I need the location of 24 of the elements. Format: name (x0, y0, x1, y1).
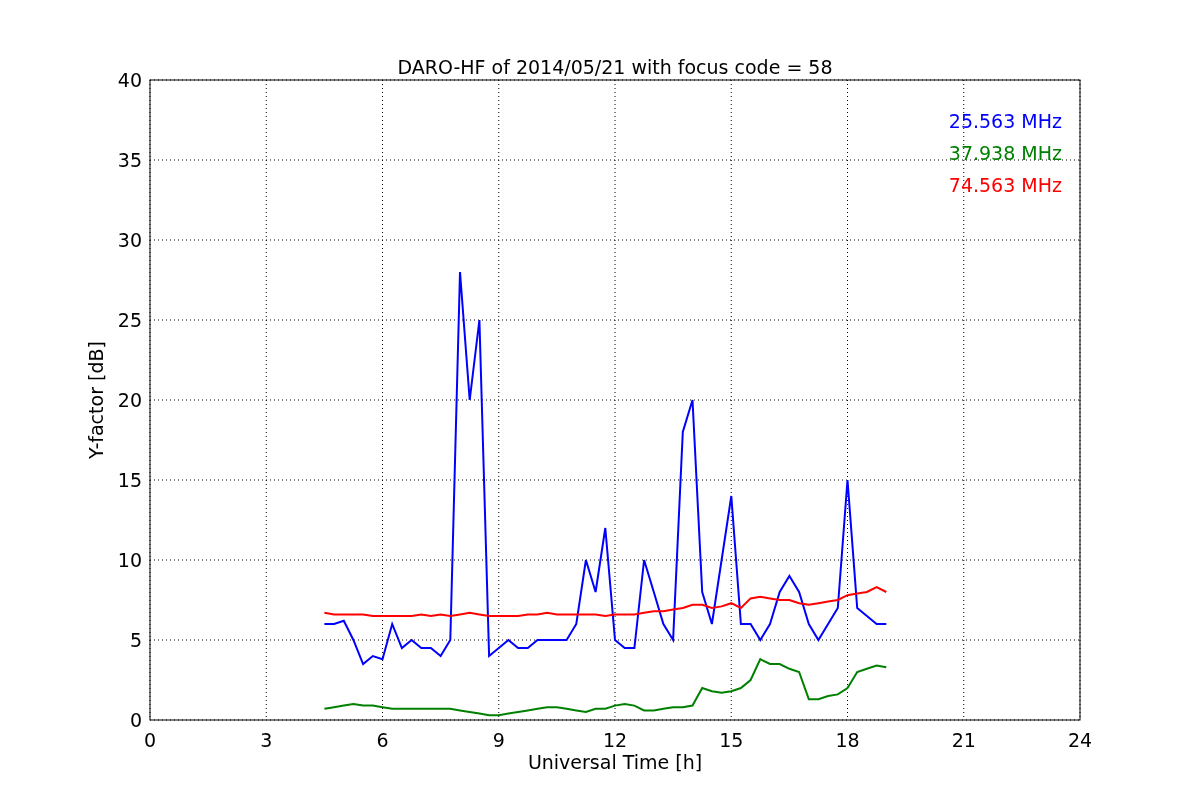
tick-label: 0 (143, 729, 157, 751)
tick-label: 15 (719, 729, 744, 751)
tick-label: 0 (129, 709, 142, 731)
tick-label: 5 (129, 629, 142, 651)
tick-label: 10 (117, 549, 142, 571)
tick-label: 6 (376, 729, 389, 751)
tick-label: 9 (492, 729, 505, 751)
tick-label: 20 (117, 389, 142, 411)
legend-label: 25.563 MHz (948, 110, 1062, 132)
tick-label: 21 (951, 729, 976, 751)
tick-label: 15 (117, 469, 142, 491)
chart-title: DARO-HF of 2014/05/21 with focus code = 58 (397, 56, 833, 78)
x-axis-label: Universal Time [h] (527, 751, 703, 773)
tick-label: 25 (117, 309, 142, 331)
tick-label: 3 (260, 729, 273, 751)
tick-label: 12 (602, 729, 628, 751)
tick-label: 40 (117, 69, 142, 91)
tick-label: 18 (835, 729, 860, 751)
tick-label: 30 (117, 229, 142, 251)
tick-label: 24 (1067, 729, 1093, 751)
y-axis-label: Y-factor [dB] (85, 341, 107, 459)
legend-label: 74.563 MHz (948, 174, 1062, 196)
tick-label: 35 (117, 149, 142, 171)
legend-label: 37.938 MHz (948, 142, 1062, 164)
